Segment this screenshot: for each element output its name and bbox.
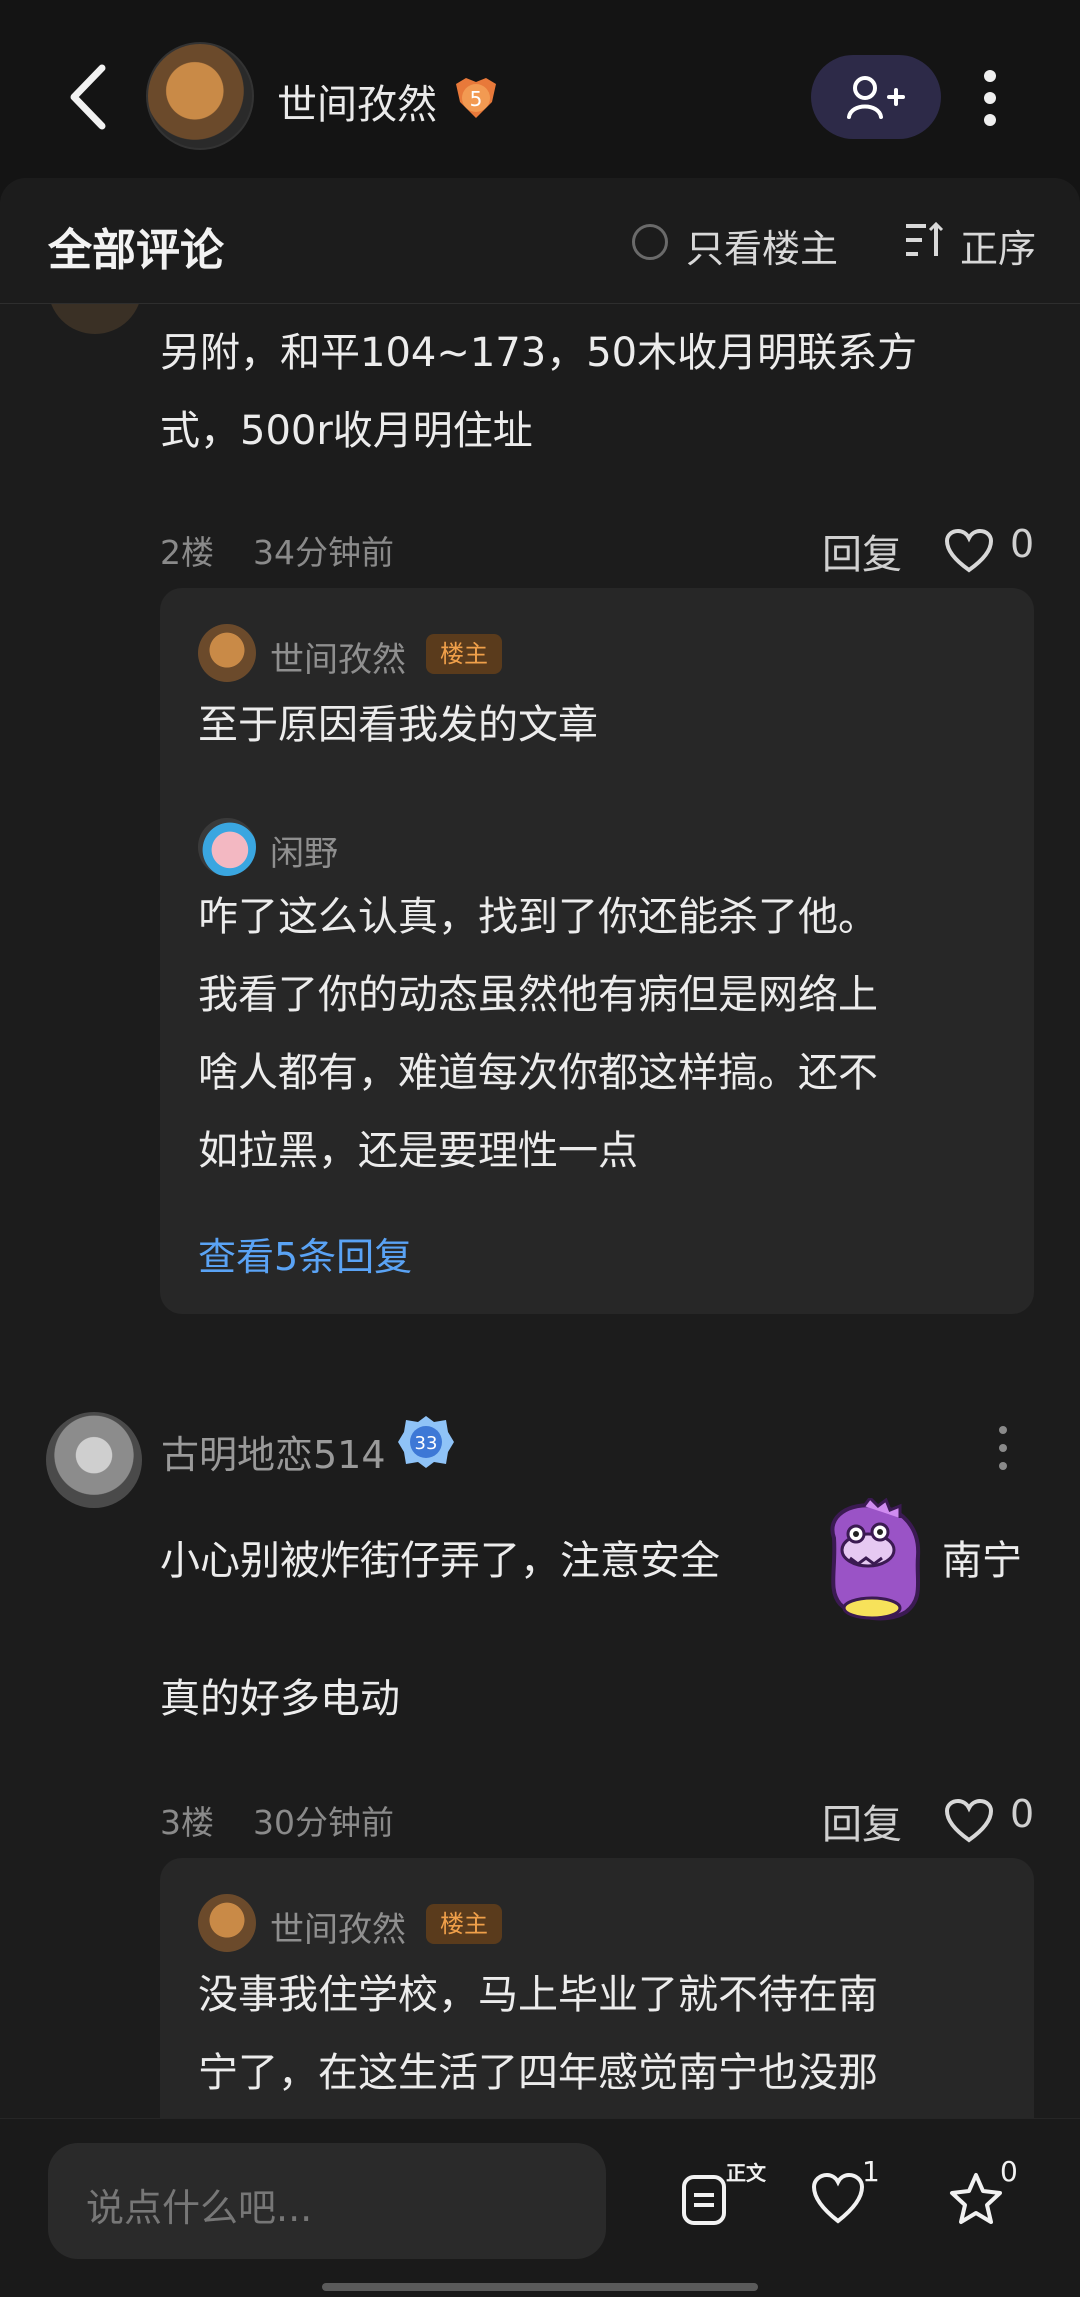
replies-box: 世间孜然 楼主 至于原因看我发的文章 闲野 咋了这么认真，找到了你还能杀了他。 … <box>160 588 1034 1314</box>
bottom-action-bar: 说点什么吧... 正文 1 0 <box>0 2118 1080 2297</box>
heart-icon[interactable] <box>810 2171 866 2227</box>
reply-button[interactable]: 回复 <box>822 1792 902 1850</box>
comment-text: 小心别被炸街仔弄了，注意安全 <box>160 1538 720 1584</box>
comment-text: 南宁 <box>942 1538 1022 1584</box>
level-badge: 33 <box>398 1416 454 1468</box>
sort-label[interactable]: 正序 <box>960 218 1036 273</box>
top-bar: 世间孜然 5 <box>0 0 1080 178</box>
comment-time: 30分钟前 <box>253 1803 394 1842</box>
svg-text:33: 33 <box>415 1433 438 1454</box>
comments-sheet: 全部评论 只看楼主 正序 另附，和平104~173，50木收月明联系方 式，50… <box>0 178 1080 2118</box>
comment-text: 真的好多电动 <box>160 1676 400 1722</box>
view-more-replies-link[interactable]: 查看5条回复 <box>198 1226 412 1281</box>
home-indicator[interactable] <box>322 2283 758 2291</box>
reply-text: 没事我住学校，马上毕业了就不待在南 宁了，在这生活了四年感觉南宁也没那 <box>198 1972 878 2096</box>
avatar[interactable] <box>198 1894 256 1952</box>
author-name[interactable]: 世间孜然 <box>277 72 437 130</box>
star-icon[interactable] <box>948 2171 1004 2227</box>
reply-button[interactable]: 回复 <box>822 522 902 580</box>
comment-text: 另附，和平104~173，50木收月明联系方 式，500r收月明住址 <box>160 330 918 454</box>
comment-input[interactable]: 说点什么吧... <box>48 2143 606 2259</box>
more-vertical-icon[interactable] <box>996 1424 1010 1472</box>
content-label: 正文 <box>726 2161 766 2185</box>
reply-user-name[interactable]: 世间孜然 <box>270 1902 406 1951</box>
svg-text:5: 5 <box>470 87 483 111</box>
add-friend-button[interactable] <box>811 55 941 139</box>
only-op-toggle[interactable]: 只看楼主 <box>686 218 838 273</box>
comments-header: 全部评论 只看楼主 正序 <box>0 178 1080 304</box>
comments-title: 全部评论 <box>48 225 224 276</box>
reply-user-name[interactable]: 世间孜然 <box>270 632 406 681</box>
floor-number: 3楼 <box>160 1803 214 1842</box>
user-name[interactable]: 古明地恋514 <box>161 1424 386 1479</box>
comment-input-placeholder: 说点什么吧... <box>86 2186 313 2230</box>
favorite-count: 0 <box>1000 2155 1018 2188</box>
like-count: 1 <box>862 2155 880 2188</box>
heart-icon[interactable] <box>944 1798 994 1844</box>
heart-icon[interactable] <box>944 528 994 574</box>
reply-text: 咋了这么认真，找到了你还能杀了他。 我看了你的动态虽然他有病但是网络上 啥人都有… <box>198 894 878 1174</box>
avatar[interactable] <box>198 624 256 682</box>
reply-user-name[interactable]: 闲野 <box>270 826 338 875</box>
more-vertical-icon[interactable] <box>976 68 1004 128</box>
sort-icon[interactable] <box>904 220 946 260</box>
avatar[interactable] <box>46 1412 142 1508</box>
op-badge: 楼主 <box>426 1904 502 1944</box>
avatar[interactable] <box>198 818 256 876</box>
reply-text: 至于原因看我发的文章 <box>198 702 598 748</box>
dinosaur-sticker <box>830 1498 921 1621</box>
level-badge: 5 <box>456 78 496 118</box>
author-avatar[interactable] <box>146 42 254 150</box>
replies-box: 世间孜然 楼主 没事我住学校，马上毕业了就不待在南 宁了，在这生活了四年感觉南宁… <box>160 1858 1034 2118</box>
comment-time: 34分钟前 <box>253 533 394 572</box>
add-friend-icon <box>847 76 905 119</box>
back-arrow-icon[interactable] <box>60 60 120 134</box>
op-badge: 楼主 <box>426 634 502 674</box>
radio-icon[interactable] <box>632 224 668 260</box>
floor-number: 2楼 <box>160 533 214 572</box>
content-icon[interactable] <box>676 2171 732 2227</box>
like-count: 0 <box>1010 1792 1035 1836</box>
like-count: 0 <box>1010 522 1035 566</box>
